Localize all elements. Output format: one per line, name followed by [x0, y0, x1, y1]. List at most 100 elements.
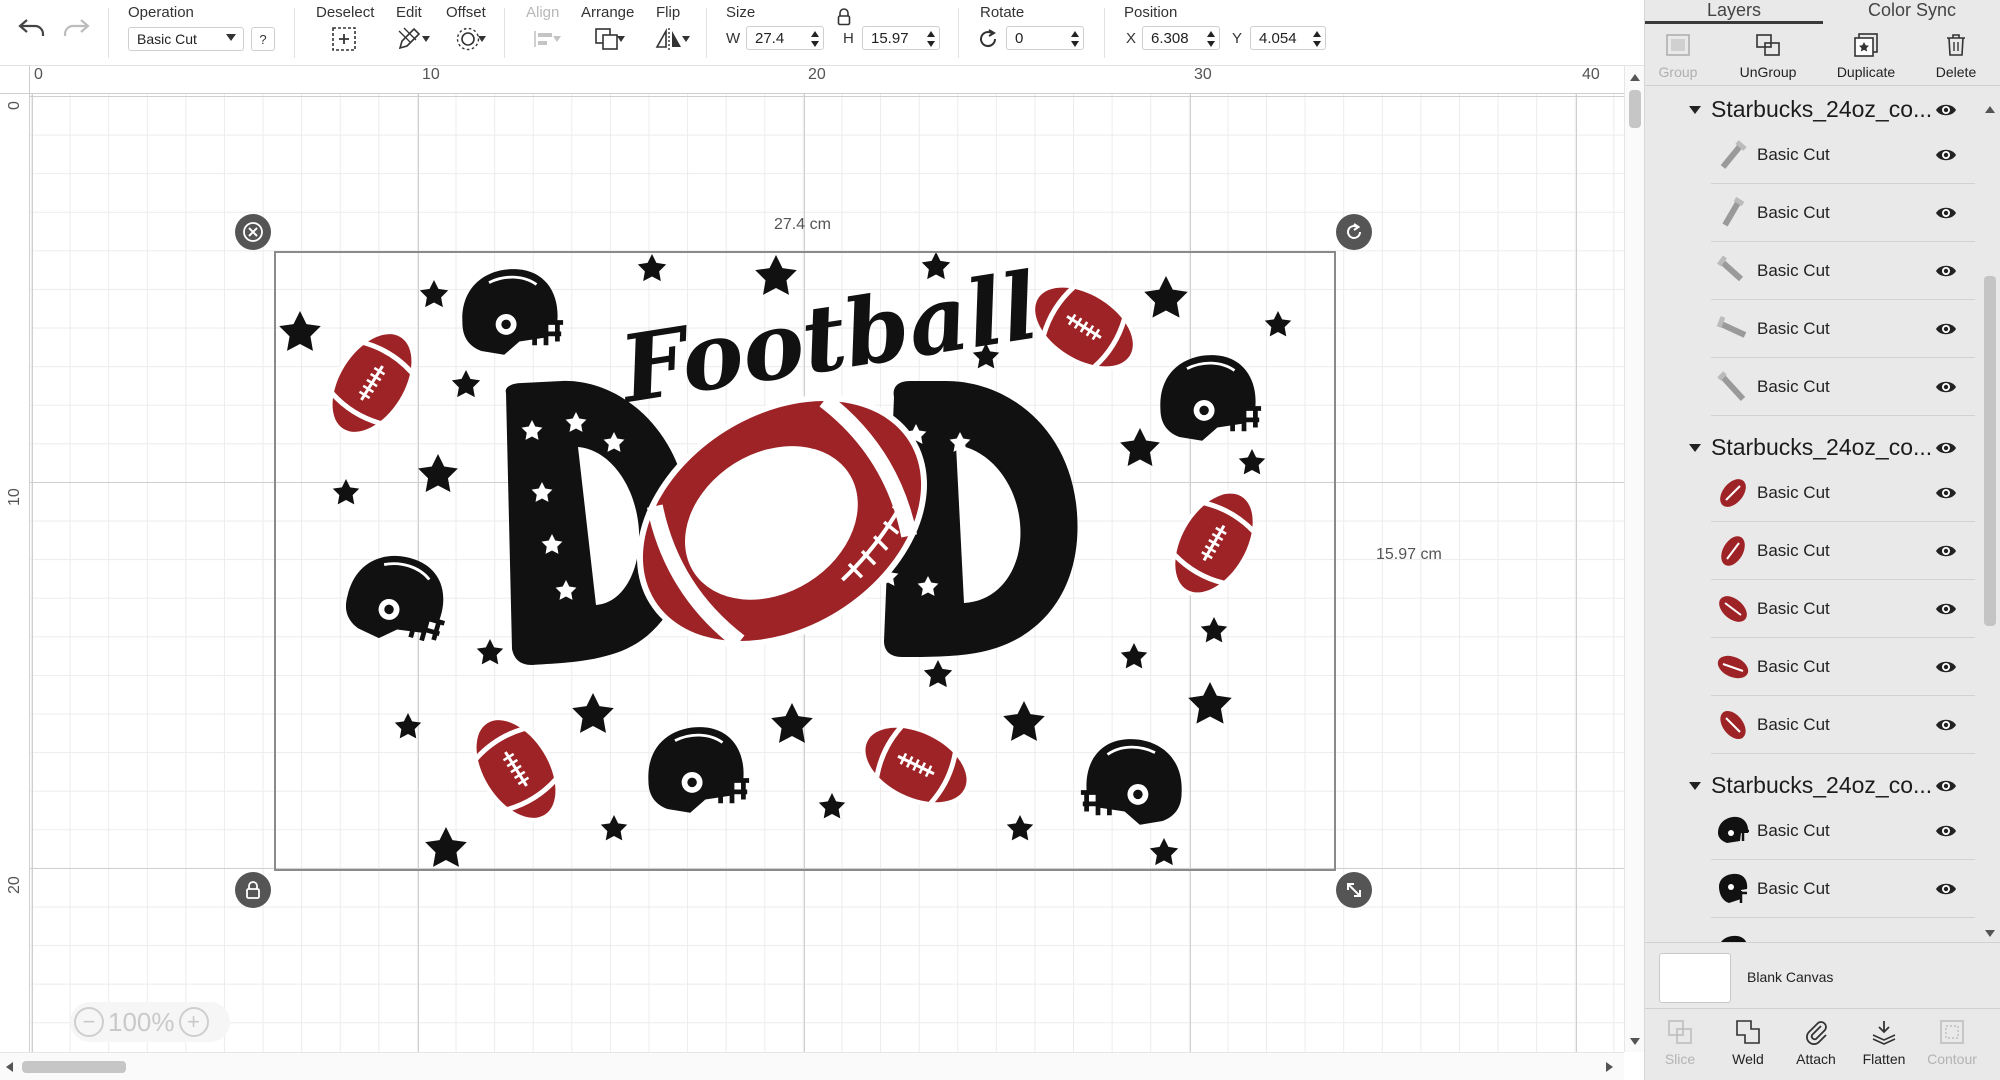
redo-button[interactable]	[58, 14, 94, 42]
layer-group-header[interactable]: Starbucks_24oz_co...	[1683, 428, 1973, 468]
tab-color-sync[interactable]: Color Sync	[1823, 0, 2000, 24]
scroll-down-icon[interactable]	[1985, 930, 1995, 937]
eye-icon[interactable]	[1935, 379, 1957, 395]
collapse-icon[interactable]	[1689, 444, 1701, 452]
edit-button[interactable]	[390, 24, 430, 54]
width-input[interactable]: 27.4	[746, 26, 824, 50]
arrange-button[interactable]	[586, 24, 628, 54]
scroll-down-icon[interactable]	[1630, 1038, 1640, 1045]
layer-row[interactable]: Basic Cut	[1711, 184, 1975, 242]
canvas-horizontal-scroll-thumb[interactable]	[22, 1061, 126, 1073]
layer-row[interactable]: Basic Cut	[1711, 802, 1975, 860]
zoom-in-button[interactable]: +	[178, 1007, 209, 1037]
canvas-vertical-scroll-thumb[interactable]	[1629, 90, 1641, 128]
layer-row[interactable]: Basic Cut	[1711, 358, 1975, 416]
layer-row[interactable]: Basic Cut	[1711, 860, 1975, 918]
scroll-up-icon[interactable]	[1985, 106, 1995, 113]
zoom-out-button[interactable]: −	[74, 1007, 104, 1037]
eye-icon[interactable]	[1935, 778, 1957, 794]
rotate-stepper[interactable]	[1071, 31, 1080, 47]
slice-button[interactable]: Slice	[1647, 1017, 1713, 1067]
ruler-left-label: 20	[6, 876, 23, 894]
layer-row[interactable]: Basic Cut	[1711, 464, 1975, 522]
height-input[interactable]: 15.97	[862, 26, 940, 50]
rotate-input[interactable]: 0	[1006, 26, 1084, 50]
duplicate-button[interactable]: Duplicate	[1821, 30, 1911, 80]
lock-icon	[246, 881, 260, 899]
weld-button[interactable]: Weld	[1715, 1017, 1781, 1067]
offset-button[interactable]	[448, 24, 488, 54]
design-canvas[interactable]: 27.4 cm 15.97 cm Football − 100% +	[30, 94, 1624, 1052]
layer-row[interactable]: Basic Cut	[1711, 126, 1975, 184]
scroll-right-icon[interactable]	[1606, 1062, 1613, 1072]
position-label: Position	[1124, 4, 1178, 21]
canvas-vertical-scrollbar[interactable]	[1624, 66, 1644, 1052]
delete-handle[interactable]	[235, 214, 271, 250]
x-position-input[interactable]: 6.308	[1142, 26, 1220, 50]
delete-button[interactable]: Delete	[1911, 30, 2000, 80]
layer-group-header[interactable]: Starbucks_24oz_co...	[1683, 766, 1973, 806]
lock-handle[interactable]	[235, 872, 271, 908]
rotate-handle[interactable]	[1336, 214, 1372, 250]
x-position-stepper[interactable]	[1207, 31, 1216, 47]
design-space-app: Operation Basic Cut ? Deselect Edit Offs…	[0, 0, 2000, 1080]
contour-button[interactable]: Contour	[1919, 1017, 1985, 1067]
layer-row[interactable]: Basic Cut	[1711, 580, 1975, 638]
eye-icon[interactable]	[1935, 601, 1957, 617]
height-stepper[interactable]	[927, 31, 936, 47]
layer-row[interactable]: Basic Cut	[1711, 300, 1975, 358]
contour-label: Contour	[1927, 1051, 1977, 1067]
layer-thumbnail	[1718, 816, 1749, 843]
eye-icon[interactable]	[1935, 659, 1957, 675]
resize-handle[interactable]	[1336, 872, 1372, 908]
eye-icon[interactable]	[1935, 321, 1957, 337]
width-stepper[interactable]	[811, 31, 820, 47]
layer-name: Basic Cut	[1757, 377, 1830, 396]
duplicate-icon	[1854, 33, 1878, 57]
eye-icon[interactable]	[1935, 102, 1957, 118]
eye-icon[interactable]	[1935, 717, 1957, 733]
rotate-icon	[1347, 223, 1361, 239]
layer-row[interactable]: Basic Cut	[1711, 696, 1975, 754]
football-dad-artwork[interactable]: Football	[276, 253, 1334, 869]
y-prefix: Y	[1232, 30, 1243, 47]
group-label: Group	[1658, 64, 1698, 80]
layer-name: Basic Cut	[1757, 715, 1830, 734]
align-button[interactable]	[524, 24, 564, 54]
eye-icon[interactable]	[1935, 823, 1957, 839]
blank-canvas-row[interactable]: Blank Canvas	[1645, 942, 2000, 1008]
collapse-icon[interactable]	[1689, 782, 1701, 790]
layers-scroll-thumb[interactable]	[1984, 276, 1996, 626]
attach-button[interactable]: Attach	[1783, 1017, 1849, 1067]
canvas-horizontal-scrollbar[interactable]	[0, 1052, 1624, 1080]
y-position-stepper[interactable]	[1313, 31, 1322, 47]
layer-row[interactable]: Basic Cut	[1711, 638, 1975, 696]
eye-icon[interactable]	[1935, 263, 1957, 279]
canvas-color-swatch[interactable]	[1659, 953, 1731, 1003]
eye-icon[interactable]	[1935, 881, 1957, 897]
group-button[interactable]: Group	[1633, 30, 1723, 80]
flatten-button[interactable]: Flatten	[1851, 1017, 1917, 1067]
ungroup-button[interactable]: UnGroup	[1723, 30, 1813, 80]
operation-help-button[interactable]: ?	[251, 27, 275, 51]
flip-button[interactable]	[648, 24, 690, 54]
eye-icon[interactable]	[1935, 485, 1957, 501]
size-lock-button[interactable]	[834, 6, 854, 28]
layer-row[interactable]: Basic Cut	[1711, 522, 1975, 580]
undo-button[interactable]	[14, 14, 50, 42]
deselect-button[interactable]	[328, 24, 360, 54]
y-position-input[interactable]: 4.054	[1250, 26, 1326, 50]
eye-icon[interactable]	[1935, 205, 1957, 221]
eye-icon[interactable]	[1935, 543, 1957, 559]
layer-group-header[interactable]: Starbucks_24oz_co...	[1683, 90, 1973, 130]
layers-panel: Layers Color Sync Group UnGroup Duplicat…	[1644, 0, 2000, 1080]
eye-icon[interactable]	[1935, 147, 1957, 163]
collapse-icon[interactable]	[1689, 106, 1701, 114]
eye-icon[interactable]	[1935, 440, 1957, 456]
layers-scrollbar[interactable]	[1979, 96, 2000, 942]
scroll-left-icon[interactable]	[6, 1062, 13, 1072]
operation-select[interactable]: Basic Cut	[128, 27, 244, 51]
layer-row[interactable]: Basic Cut	[1711, 242, 1975, 300]
tab-layers[interactable]: Layers	[1645, 0, 1823, 24]
layer-row-partial[interactable]	[1711, 918, 1975, 942]
